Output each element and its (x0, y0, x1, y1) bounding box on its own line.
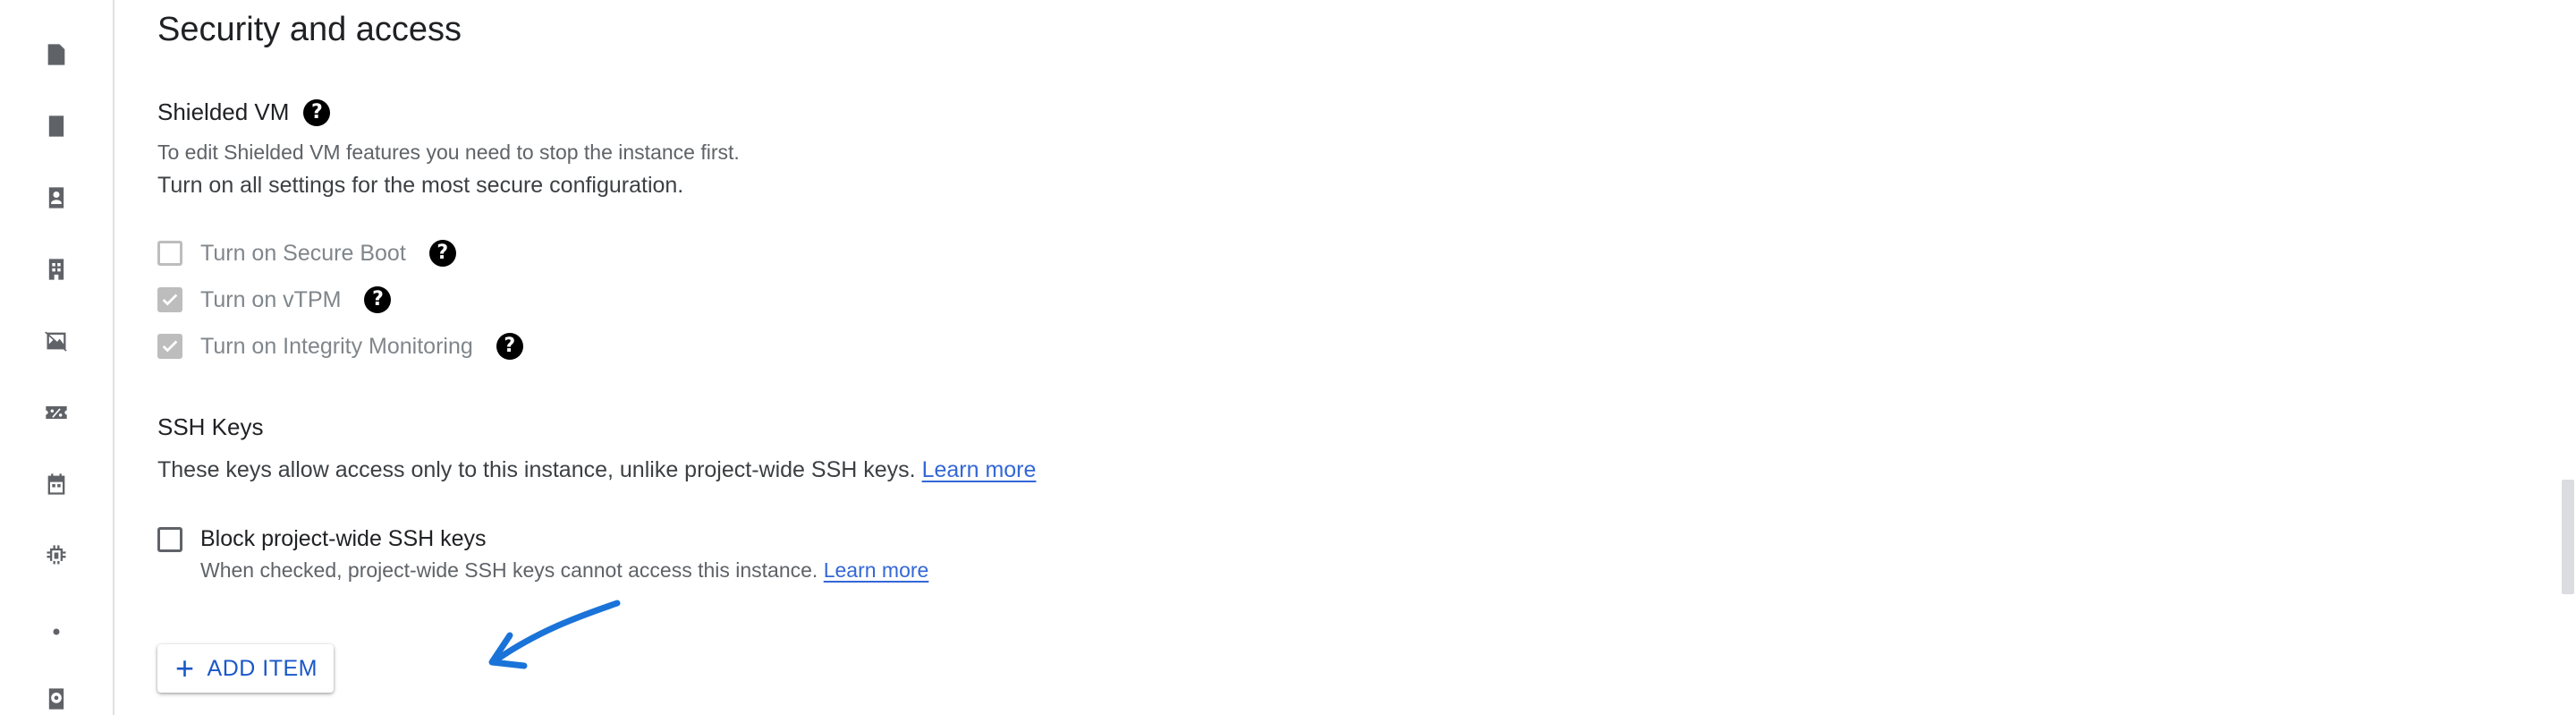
vertical-scrollbar[interactable] (2562, 480, 2574, 594)
file-icon[interactable] (40, 38, 72, 71)
vtpm-row: Turn on vTPM ? (157, 286, 392, 313)
image-off-icon[interactable] (40, 325, 72, 357)
book-icon[interactable] (40, 110, 72, 142)
block-ssh-keys-label: Block project-wide SSH keys (200, 526, 487, 551)
block-ssh-keys-row: Block project-wide SSH keys (157, 526, 487, 552)
discount-icon[interactable] (40, 396, 72, 429)
main-content: Security and access Shielded VM ? To edi… (157, 0, 2576, 715)
add-item-label: ADD ITEM (207, 655, 318, 681)
disk-icon[interactable] (40, 683, 72, 715)
building-icon[interactable] (40, 253, 72, 285)
learn-more-link[interactable]: Learn more (922, 457, 1037, 482)
help-icon[interactable]: ? (303, 98, 331, 126)
secure-boot-label: Turn on Secure Boot (200, 240, 406, 266)
add-item-button[interactable]: + ADD ITEM (157, 644, 334, 693)
shielded-vm-header: Shielded VM ? (157, 98, 331, 126)
check-icon (162, 340, 178, 353)
vtpm-checkbox[interactable] (157, 287, 182, 312)
block-ssh-keys-hint: When checked, project-wide SSH keys cann… (200, 558, 818, 582)
help-icon[interactable]: ? (364, 286, 392, 313)
section-title: Security and access (157, 11, 462, 48)
shielded-vm-hint: Turn on all settings for the most secure… (157, 173, 684, 198)
integrity-monitoring-label: Turn on Integrity Monitoring (200, 333, 473, 359)
integrity-monitoring-row: Turn on Integrity Monitoring ? (157, 333, 523, 360)
integrity-monitoring-checkbox[interactable] (157, 334, 182, 359)
annotation-arrow-icon (488, 600, 621, 669)
chip-icon[interactable] (40, 540, 72, 572)
calendar-icon[interactable] (40, 468, 72, 500)
plus-icon: + (175, 650, 195, 686)
help-icon[interactable]: ? (428, 240, 456, 267)
shielded-vm-title: Shielded VM (157, 98, 290, 125)
ssh-keys-description-line: These keys allow access only to this ins… (157, 457, 1036, 483)
help-icon[interactable]: ? (496, 333, 523, 360)
secure-boot-row: Turn on Secure Boot ? (157, 240, 456, 267)
secure-boot-checkbox[interactable] (157, 241, 182, 266)
shielded-vm-note: To edit Shielded VM features you need to… (157, 140, 740, 164)
person-card-icon[interactable] (40, 182, 72, 214)
check-icon (162, 294, 178, 306)
block-ssh-keys-hint-line: When checked, project-wide SSH keys cann… (200, 558, 928, 583)
left-nav-rail (0, 0, 114, 715)
ssh-keys-title: SSH Keys (157, 413, 264, 440)
block-ssh-keys-checkbox[interactable] (157, 526, 182, 552)
block-learn-more-link[interactable]: Learn more (824, 558, 929, 582)
ssh-keys-description: These keys allow access only to this ins… (157, 457, 916, 482)
dot-icon[interactable] (40, 616, 72, 648)
vtpm-label: Turn on vTPM (200, 286, 342, 312)
